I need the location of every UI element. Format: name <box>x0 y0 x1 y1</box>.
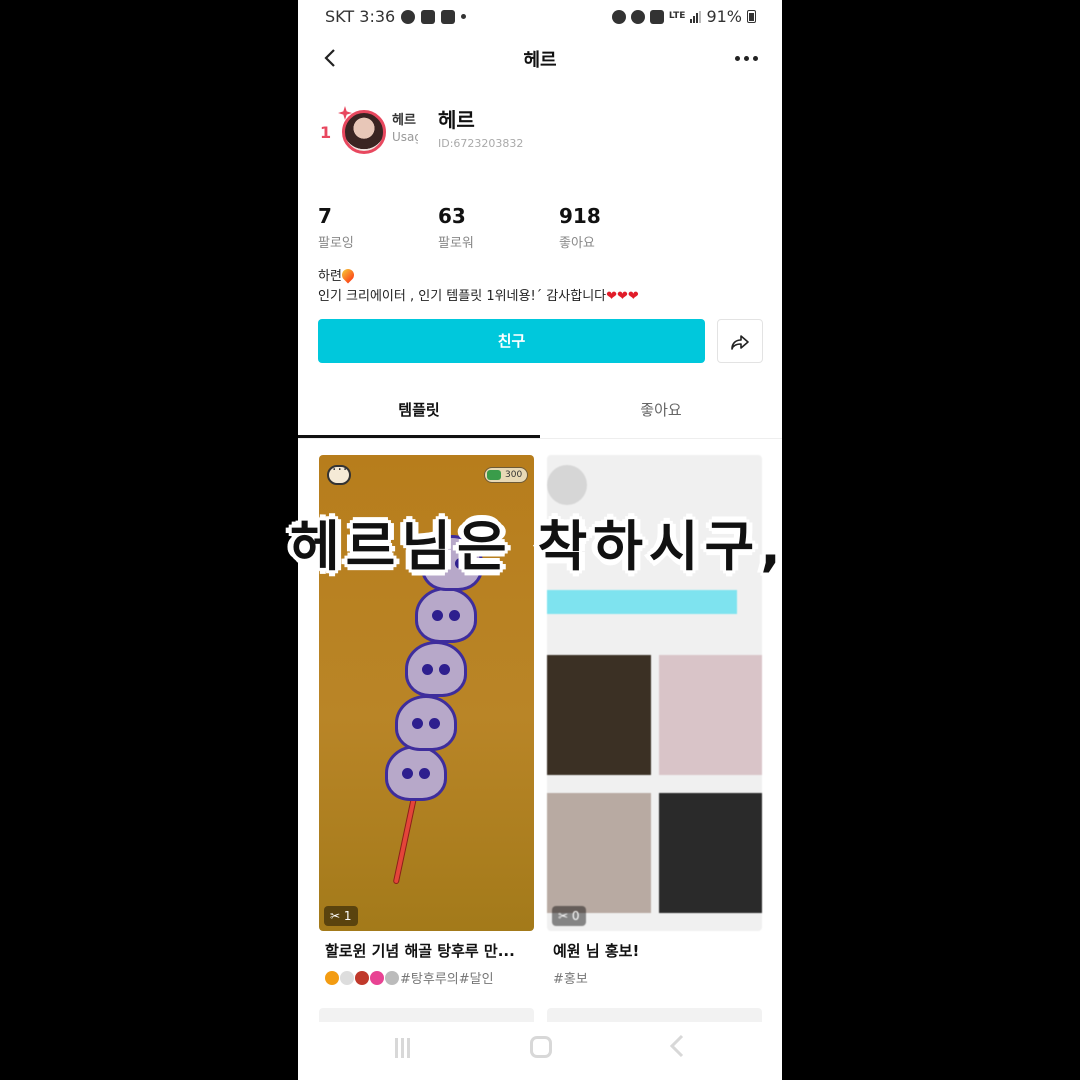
skull-icon <box>385 971 399 985</box>
stat-following[interactable]: 7 팔로잉 <box>318 204 354 251</box>
home-icon[interactable] <box>530 1036 552 1058</box>
top-app-bar: 헤르 <box>298 34 782 82</box>
stat-followers-value: 63 <box>438 204 466 228</box>
coin-badge: 300 <box>484 467 528 483</box>
mute-icon <box>649 9 664 24</box>
bio-line-1-text: 하련 <box>318 269 342 284</box>
blurred-image <box>547 655 651 775</box>
recent-apps-icon[interactable] <box>395 1038 415 1058</box>
avatar[interactable] <box>342 110 386 154</box>
card-tags: #탕후루의#달인 <box>319 968 534 987</box>
pumpkin-icon <box>325 971 339 985</box>
bio-line-2-text: 인기 크리에이터 , 인기 템플릿 1위네용!ˊ 감사합니다 <box>318 289 607 304</box>
avatar-caption-sub: Usage <box>392 130 418 144</box>
stat-likes-value: 918 <box>559 204 601 228</box>
scissors-icon: ✂ <box>558 909 569 923</box>
skull-candy <box>385 745 447 801</box>
stat-following-value: 7 <box>318 204 332 228</box>
status-carrier-time: SKT 3:36 <box>325 7 396 26</box>
nav-back-icon[interactable] <box>668 1034 686 1058</box>
profile-name: 헤르 <box>438 108 475 132</box>
profile-tabs: 템플릿 좋아요 <box>298 390 782 439</box>
system-nav-bar <box>298 1022 782 1080</box>
stat-likes[interactable]: 918 좋아요 <box>559 204 601 251</box>
next-card-peek <box>319 1008 534 1022</box>
shopping-bag-icon <box>421 9 436 24</box>
hearts-emoji: ❤❤❤ <box>606 289 639 304</box>
lock-icon <box>611 9 626 24</box>
card-tags: #홍보 <box>553 972 588 987</box>
friend-button[interactable]: 친구 <box>318 319 705 363</box>
bio-line-2: 인기 크리에이터 , 인기 템플릿 1위네용!ˊ 감사합니다❤❤❤ <box>318 287 639 307</box>
lollipop-icon <box>370 971 384 985</box>
blurred-button <box>547 590 737 614</box>
alarm-icon <box>630 9 645 24</box>
scissors-icon: ✂ <box>330 909 341 923</box>
overlay-caption: 헤르님은 착하시구, <box>290 515 787 578</box>
cut-count-badge: ✂ 1 <box>324 906 358 926</box>
stat-following-label: 팔로잉 <box>318 236 354 251</box>
timer-icon <box>401 9 416 24</box>
share-button[interactable] <box>717 319 763 363</box>
skull-candy <box>395 695 457 751</box>
more-notifications-dot-icon <box>461 14 467 19</box>
stat-likes-label: 좋아요 <box>559 236 595 251</box>
more-options-icon[interactable] <box>735 56 758 61</box>
tab-templates[interactable]: 템플릿 <box>298 390 540 438</box>
card-title[interactable]: 할로윈 기념 해골 탕후루 만... <box>319 940 534 961</box>
cut-count: 0 <box>571 909 580 923</box>
battery-percent: 91% <box>706 7 742 26</box>
blurred-avatar <box>547 465 587 505</box>
network-type: LTE <box>668 11 686 21</box>
skull-candy <box>415 587 477 643</box>
page-title: 헤르 <box>523 50 557 71</box>
chat-icon <box>327 462 351 485</box>
status-left: SKT 3:36 <box>325 7 467 26</box>
stat-followers[interactable]: 63 팔로워 <box>438 204 474 251</box>
notification-icon <box>441 9 456 24</box>
share-icon <box>731 335 749 350</box>
next-card-peek <box>547 1008 762 1022</box>
status-right: LTE 91% <box>611 7 756 26</box>
blurred-image <box>659 655 762 775</box>
profile-id: ID:6723203832 <box>438 137 524 150</box>
skull-candy <box>405 641 467 697</box>
card-title[interactable]: 예원 님 홍보! <box>547 940 762 961</box>
tab-likes[interactable]: 좋아요 <box>540 390 782 438</box>
blurred-image <box>547 793 651 913</box>
ghost-icon <box>340 971 354 985</box>
cut-count-badge: ✂ 0 <box>552 906 586 926</box>
profile-bio: 하련 인기 크리에이터 , 인기 템플릿 1위네용!ˊ 감사합니다❤❤❤ <box>318 266 639 307</box>
card-tags-text: #탕후루의#달인 <box>400 972 494 987</box>
stat-followers-label: 팔로워 <box>438 236 474 251</box>
bio-line-1: 하련 <box>318 266 639 287</box>
blurred-image <box>659 793 762 913</box>
avatar-caption-name: 헤르 <box>392 113 416 128</box>
ogre-icon <box>355 971 369 985</box>
signal-icon <box>690 10 702 23</box>
cut-count: 1 <box>343 909 352 923</box>
creator-rank: 1 <box>320 123 332 142</box>
status-bar: SKT 3:36 LTE 91% <box>298 0 782 34</box>
battery-icon <box>747 10 756 23</box>
